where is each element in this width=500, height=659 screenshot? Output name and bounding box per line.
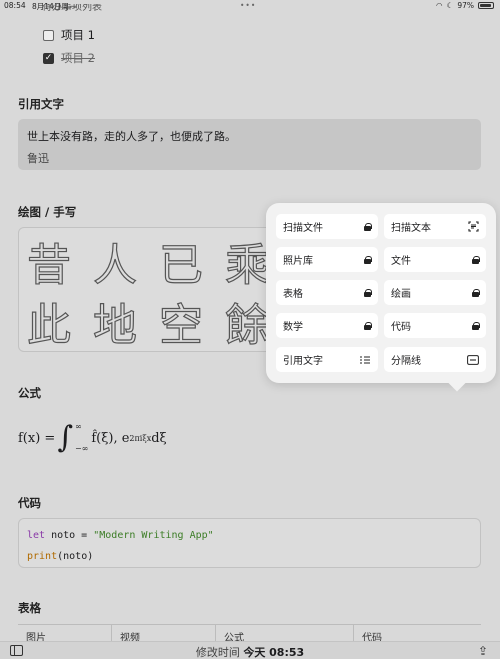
menu-item-label: 数学 <box>283 322 303 333</box>
status-time: 08:54 <box>4 1 26 10</box>
lock-icon <box>364 288 372 297</box>
menu-item-label: 文件 <box>391 256 411 267</box>
lock-icon <box>472 288 480 297</box>
quote-author: 鲁迅 <box>27 152 49 165</box>
bottom-toolbar: 修改时间 今天 08:53 ⇪ <box>0 641 500 659</box>
code-function: print <box>27 551 58 562</box>
code-text: (noto) <box>57 551 94 562</box>
todo-item-label: 项目 2 <box>61 51 95 65</box>
table-heading: 表格 <box>18 601 41 615</box>
handwriting-line-1: 昔人已乘 <box>27 240 291 291</box>
formula-lhs: f(x) = <box>18 430 56 446</box>
handwriting-line-2: 此地空餘 <box>27 300 291 351</box>
formula-heading: 公式 <box>18 386 41 400</box>
menu-item-label: 绘画 <box>391 289 411 300</box>
integral-sign: ∫ <box>57 420 73 455</box>
upper-limit: ∞ <box>74 422 82 431</box>
todo-item[interactable]: 项目 1 <box>43 27 95 43</box>
menu-item-label: 照片库 <box>283 256 313 267</box>
quote-block[interactable]: 世上本没有路，走的人多了，也便成了路。 鲁迅 <box>18 119 481 170</box>
scan-text-icon <box>468 221 479 232</box>
todo-checkbox-checked[interactable]: ✓ <box>43 52 54 64</box>
menu-item-code[interactable]: 代码 <box>384 313 486 338</box>
menu-item-drawing[interactable]: 绘画 <box>384 280 486 305</box>
formula-exponent: 2πiξx <box>129 433 152 443</box>
code-keyword: let <box>27 530 46 541</box>
menu-item-scan-document[interactable]: 扫描文件 <box>276 214 378 239</box>
modified-value: 今天 08:53 <box>243 646 305 659</box>
share-icon[interactable]: ⇪ <box>478 644 488 658</box>
drawing-heading: 绘图 / 手写 <box>18 205 77 219</box>
insert-menu-popover: 扫描文件 扫描文本 照片库 文件 表格 绘画 数学 代码 引用文字 分隔线 <box>266 203 496 392</box>
menu-item-table[interactable]: 表格 <box>276 280 378 305</box>
menu-item-label: 引用文字 <box>283 356 323 367</box>
modified-label: 修改时间 <box>195 646 240 659</box>
menu-item-quote[interactable]: 引用文字 <box>276 347 378 372</box>
menu-item-scan-text[interactable]: 扫描文本 <box>384 214 486 239</box>
todo-item-label: 项目 1 <box>61 28 95 42</box>
code-line-1: let noto = "Modern Writing App" <box>27 525 472 546</box>
menu-item-file[interactable]: 文件 <box>384 247 486 272</box>
menu-item-label: 表格 <box>283 289 303 300</box>
menu-item-divider[interactable]: 分隔线 <box>384 347 486 372</box>
formula-integrand: f̂(ξ), e <box>91 430 130 446</box>
lock-icon <box>364 222 372 231</box>
lock-icon <box>472 255 480 264</box>
battery-percent: 97% <box>457 1 474 10</box>
quote-text: 世上本没有路，走的人多了，也便成了路。 <box>27 130 236 143</box>
lock-icon <box>364 321 372 330</box>
wifi-icon: ◠ <box>436 1 443 10</box>
menu-item-label: 扫描文本 <box>391 223 431 234</box>
code-text: noto = <box>45 530 94 541</box>
lock-icon <box>472 321 480 330</box>
code-string: "Modern Writing App" <box>93 530 214 541</box>
modified-time: 修改时间 今天 08:53 <box>0 644 500 659</box>
menu-item-label: 扫描文件 <box>283 223 323 234</box>
menu-item-label: 代码 <box>391 322 411 333</box>
menu-item-photo-library[interactable]: 照片库 <box>276 247 378 272</box>
todo-checkbox[interactable] <box>43 29 54 41</box>
divider-icon <box>467 354 479 365</box>
battery-icon <box>478 2 494 9</box>
menu-item-math[interactable]: 数学 <box>276 313 378 338</box>
lock-icon <box>364 255 372 264</box>
menu-item-label: 分隔线 <box>391 356 421 367</box>
code-heading: 代码 <box>18 496 41 510</box>
popover-arrow <box>448 374 466 392</box>
moon-icon: ☾ <box>446 1 454 10</box>
quote-heading: 引用文字 <box>18 97 64 111</box>
formula-block[interactable]: f(x) = ∫ ∞ −∞ f̂(ξ), e 2πiξx dξ <box>18 416 167 460</box>
lower-limit: −∞ <box>74 444 89 453</box>
code-block[interactable]: let noto = "Modern Writing App" print(no… <box>18 518 481 568</box>
todo-item[interactable]: ✓ 项目 2 <box>43 50 95 66</box>
multitask-dots-icon[interactable]: ••• <box>240 1 256 10</box>
code-line-2: print(noto) <box>27 546 472 567</box>
integral-limits: ∞ −∞ <box>75 416 88 460</box>
quote-icon <box>360 355 370 364</box>
formula-differential: dξ <box>151 430 167 446</box>
